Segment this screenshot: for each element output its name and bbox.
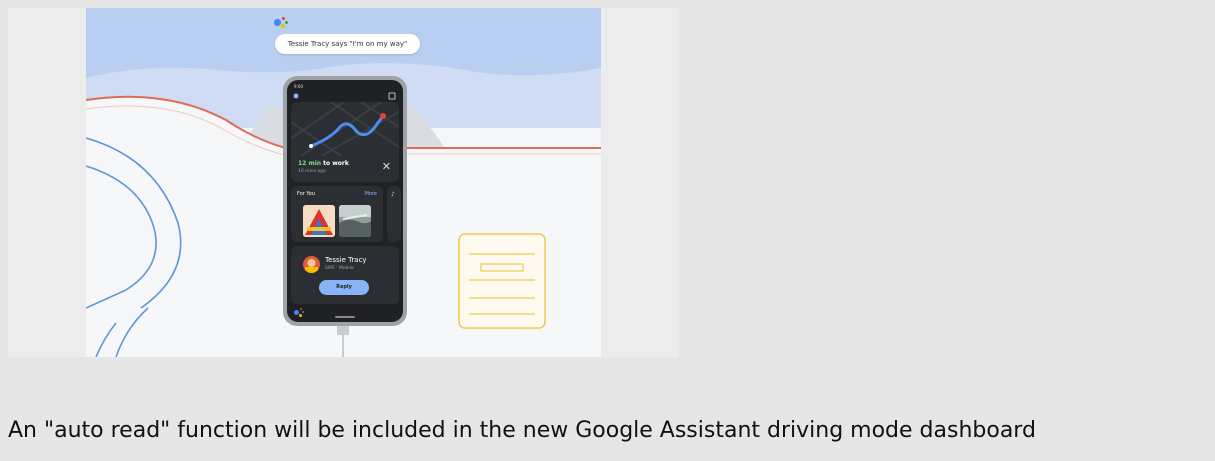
contact-name: Tessie Tracy bbox=[325, 256, 367, 264]
assistant-bottom-icon[interactable] bbox=[294, 308, 304, 318]
album-art bbox=[303, 205, 335, 237]
message-card[interactable] bbox=[291, 246, 399, 304]
contact-detail: SMS · Mobile bbox=[325, 266, 354, 271]
status-time: 9:00 bbox=[294, 84, 303, 89]
phone-screen: 9:00 12 min to work 10 mins ago ✕ For Yo… bbox=[287, 80, 403, 322]
media-thumbnail[interactable] bbox=[303, 205, 335, 237]
settings-icon bbox=[388, 92, 396, 100]
destination-pin bbox=[380, 113, 386, 119]
navigation-card[interactable]: 12 min to work 10 mins ago ✕ bbox=[291, 102, 399, 182]
close-icon[interactable]: ✕ bbox=[382, 161, 391, 172]
eta-minutes: 12 min bbox=[298, 160, 322, 167]
svg-text:♪: ♪ bbox=[391, 191, 395, 198]
eta-text: 12 min to work bbox=[298, 160, 349, 167]
origin-marker bbox=[309, 144, 313, 148]
google-assistant-icon bbox=[274, 16, 288, 30]
home-indicator bbox=[335, 316, 355, 318]
reply-button[interactable]: Reply bbox=[319, 280, 369, 295]
image-caption: An "auto read" function will be included… bbox=[8, 418, 1036, 443]
notepad-icon bbox=[458, 233, 546, 329]
screen-top-icons bbox=[293, 92, 396, 100]
assistant-speech-bubble: Tessie Tracy says "I'm on my way" bbox=[275, 34, 420, 54]
album-art bbox=[339, 205, 371, 237]
media-thumbnail[interactable] bbox=[339, 205, 371, 237]
more-link[interactable]: More bbox=[365, 191, 377, 197]
map-preview bbox=[291, 102, 399, 156]
eta-updated: 10 mins ago bbox=[298, 169, 326, 174]
driving-mode-illustration: Tessie Tracy says "I'm on my way" 9:00 1… bbox=[86, 8, 601, 357]
for-you-label: For You bbox=[297, 191, 316, 197]
music-note-icon: ♪ bbox=[391, 191, 395, 198]
side-card[interactable]: ♪ bbox=[387, 186, 401, 242]
assistant-mini-icon bbox=[293, 93, 299, 99]
phone-mockup: 9:00 12 min to work 10 mins ago ✕ For Yo… bbox=[283, 76, 407, 326]
article-figure: Tessie Tracy says "I'm on my way" 9:00 1… bbox=[8, 8, 679, 357]
eta-destination: to work bbox=[321, 160, 349, 167]
for-you-card[interactable]: For You More bbox=[291, 186, 383, 242]
avatar bbox=[303, 256, 320, 273]
